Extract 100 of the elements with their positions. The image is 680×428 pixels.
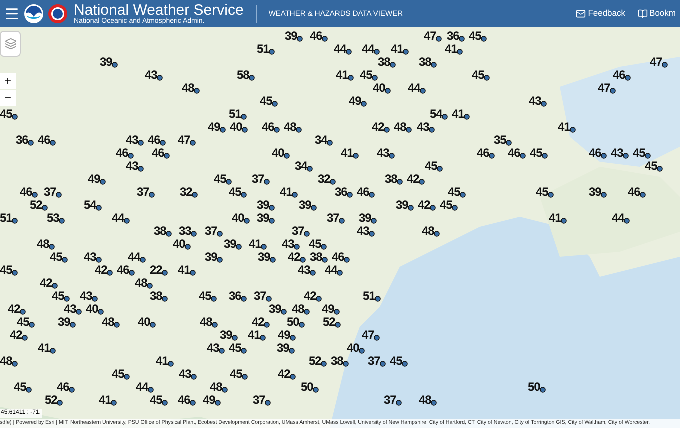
temperature-value: 39	[224, 238, 236, 250]
temperature-value: 42	[10, 329, 22, 341]
station-dot-icon	[310, 270, 316, 276]
station-dot-icon	[322, 257, 328, 263]
station-dot-icon	[269, 205, 276, 211]
layers-button[interactable]	[0, 31, 21, 57]
station-dot-icon	[272, 101, 278, 107]
menu-icon[interactable]	[4, 6, 20, 22]
temperature-value: 47	[178, 134, 190, 146]
temperature-value: 52	[45, 394, 58, 406]
station-dot-icon	[307, 166, 314, 172]
station-dot-icon	[192, 192, 198, 198]
temperature-value: 48	[394, 121, 406, 133]
temperature-value: 39	[589, 186, 602, 198]
temperature-value: 40	[373, 82, 386, 94]
temperature-value: 46	[20, 186, 32, 198]
station-dot-icon	[138, 166, 144, 172]
station-dot-icon	[390, 62, 396, 68]
station-dot-icon	[160, 140, 166, 146]
temperature-value: 49	[208, 121, 220, 133]
temperature-value: 52	[309, 355, 322, 367]
station-dot-icon	[49, 244, 56, 250]
station-dot-icon	[264, 179, 270, 185]
temperature-value: 45	[309, 238, 322, 250]
temperature-value: 41	[248, 329, 260, 341]
station-dot-icon	[374, 49, 380, 55]
station-dot-icon	[623, 153, 630, 159]
station-dot-icon	[157, 75, 164, 81]
temperature-value: 43	[126, 160, 138, 172]
temperature-value: 48	[102, 316, 114, 328]
temperature-value: 45	[260, 95, 272, 107]
station-dot-icon	[541, 101, 548, 107]
station-dot-icon	[220, 127, 226, 133]
station-dot-icon	[76, 309, 82, 315]
station-dot-icon	[12, 361, 18, 367]
temperature-value: 46	[57, 381, 70, 393]
station-dot-icon	[371, 218, 378, 224]
station-dot-icon	[111, 400, 118, 406]
station-dot-icon	[56, 192, 62, 198]
temperature-value: 50	[287, 316, 300, 328]
station-dot-icon	[22, 335, 28, 341]
temperature-value: 41	[156, 355, 168, 367]
station-dot-icon	[292, 192, 298, 198]
station-dot-icon	[346, 49, 352, 55]
bookmark-link[interactable]: Bookm	[638, 7, 676, 20]
temperature-value: 41	[341, 147, 354, 159]
temperature-value: 50	[301, 381, 314, 393]
temperature-value: 45	[229, 342, 242, 354]
temperature-value: 43	[64, 303, 76, 315]
station-dot-icon	[166, 231, 172, 237]
station-dot-icon	[217, 257, 224, 263]
temperature-value: 44	[612, 212, 624, 224]
temperature-value: 53	[47, 212, 60, 224]
temperature-value: 43	[529, 95, 542, 107]
temperature-value: 46	[613, 69, 626, 81]
station-dot-icon	[313, 387, 320, 393]
temperature-value: 39	[58, 316, 70, 328]
station-dot-icon	[185, 244, 192, 250]
temperature-value: 49	[88, 173, 100, 185]
station-dot-icon	[284, 153, 290, 159]
station-dot-icon	[436, 36, 442, 42]
temperature-value: 40	[272, 147, 284, 159]
temperature-value: 54	[430, 108, 442, 120]
temperature-value: 48	[0, 355, 12, 367]
temperature-value: 38	[154, 225, 166, 237]
temperature-value: 34	[315, 134, 328, 146]
station-dot-icon	[50, 348, 56, 354]
temperature-value: 41	[549, 212, 562, 224]
temperature-value: 45	[472, 69, 484, 81]
station-dot-icon	[561, 218, 568, 224]
feedback-link[interactable]: Feedback	[576, 7, 626, 20]
station-dot-icon	[459, 36, 466, 42]
temperature-value: 48	[210, 381, 222, 393]
station-dot-icon	[290, 374, 296, 380]
temperature-value: 41	[249, 238, 262, 250]
station-dot-icon	[212, 322, 218, 328]
zoom-in-button[interactable]: +	[0, 73, 16, 89]
temperature-value: 37	[292, 225, 304, 237]
station-dot-icon	[100, 179, 106, 185]
station-dot-icon	[570, 127, 576, 133]
station-dot-icon	[241, 114, 248, 120]
temperature-value: 45	[52, 290, 64, 302]
temperature-value: 54	[84, 199, 96, 211]
temperature-value: 45	[0, 264, 12, 276]
station-dot-icon	[265, 400, 272, 406]
temperature-value: 33	[179, 225, 192, 237]
temperature-value: 45	[536, 186, 548, 198]
temperature-value: 45	[469, 30, 482, 42]
station-dot-icon	[242, 374, 248, 380]
station-dot-icon	[520, 153, 526, 159]
temperature-value: 41	[99, 394, 112, 406]
station-dot-icon	[431, 400, 438, 406]
station-dot-icon	[335, 322, 342, 328]
temperature-value: 45	[199, 290, 212, 302]
zoom-out-button[interactable]: −	[0, 90, 16, 106]
temperature-value: 40	[138, 316, 150, 328]
station-dot-icon	[385, 88, 392, 94]
temperature-value: 51	[257, 43, 270, 55]
station-dot-icon	[241, 296, 248, 302]
station-dot-icon	[361, 101, 368, 107]
